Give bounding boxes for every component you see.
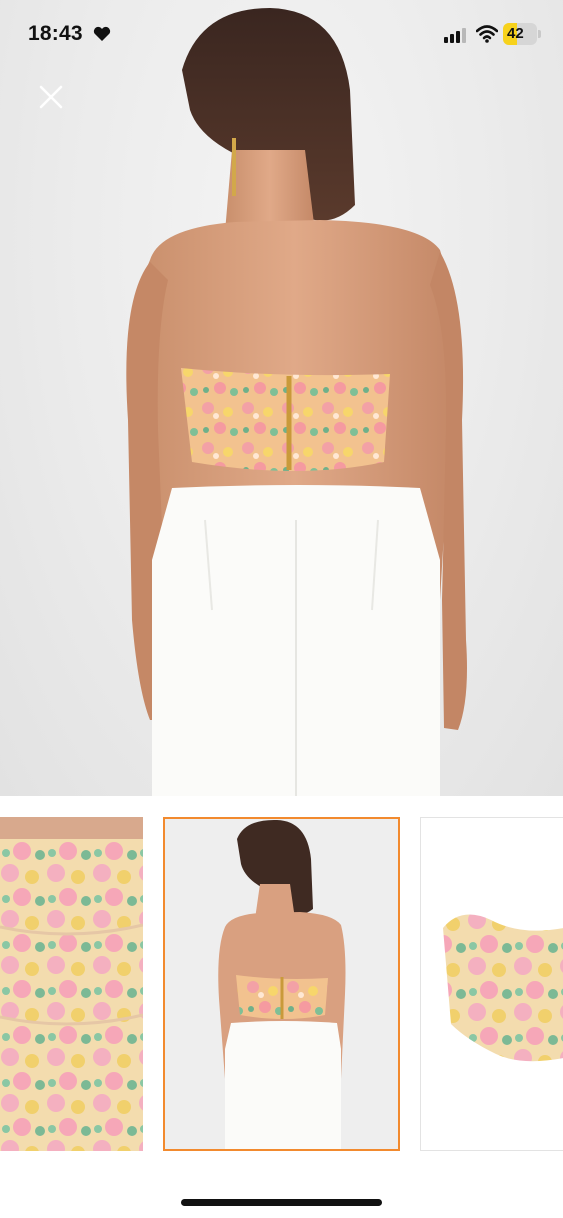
status-bar: 18:43 42 — [0, 0, 563, 68]
thumbnail-model-back-view[interactable] — [163, 817, 400, 1151]
battery-cap — [538, 30, 541, 38]
cellular-signal-icon — [444, 27, 468, 48]
thumbnail-fabric-closeup[interactable] — [0, 817, 143, 1151]
close-button[interactable] — [34, 80, 68, 114]
wifi-icon — [475, 25, 499, 48]
clock: 18:43 — [28, 22, 83, 45]
home-indicator[interactable] — [181, 1199, 382, 1206]
battery-level: 42 — [507, 25, 524, 42]
heart-icon — [93, 26, 111, 47]
close-icon[interactable] — [34, 80, 68, 114]
main-product-image[interactable] — [0, 0, 563, 796]
thumbnail-product-flat-view[interactable] — [420, 817, 563, 1151]
battery-indicator: 42 — [503, 23, 537, 45]
thumbnail-strip — [0, 817, 563, 1153]
